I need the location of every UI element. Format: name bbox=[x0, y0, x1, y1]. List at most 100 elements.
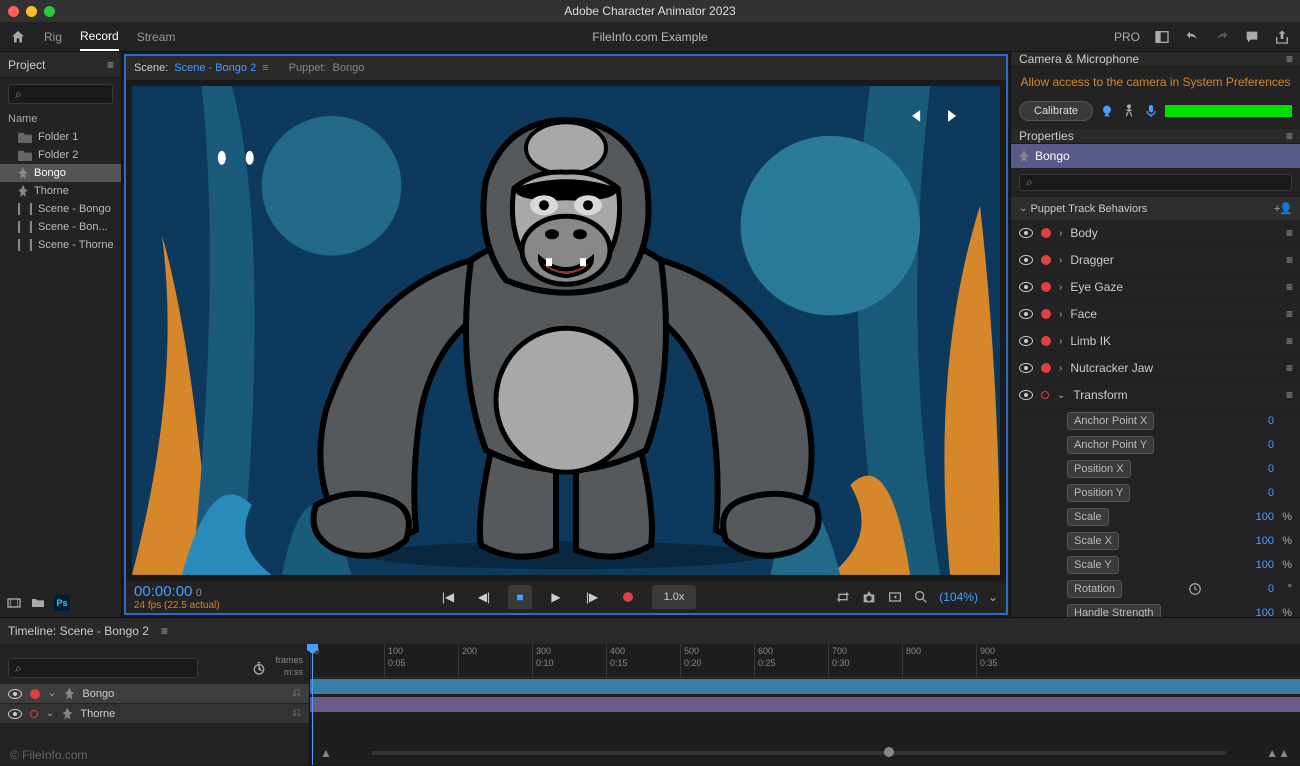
share-icon[interactable] bbox=[1274, 29, 1290, 45]
photoshop-icon[interactable]: Ps bbox=[54, 595, 70, 611]
magnify-icon[interactable] bbox=[913, 589, 929, 605]
project-search-input[interactable]: ⌕ bbox=[8, 84, 113, 104]
record-button[interactable] bbox=[616, 585, 640, 609]
new-scene-icon[interactable] bbox=[6, 595, 22, 611]
eye-icon[interactable] bbox=[1019, 228, 1033, 238]
property-value[interactable]: 100 bbox=[1256, 511, 1274, 523]
behavior-dragger[interactable]: ›Dragger≡ bbox=[1011, 247, 1300, 274]
tab-stream[interactable]: Stream bbox=[137, 24, 176, 50]
property-label[interactable]: Rotation bbox=[1067, 580, 1122, 598]
behavior-face[interactable]: ›Face≡ bbox=[1011, 301, 1300, 328]
behavior-eye-gaze[interactable]: ›Eye Gaze≡ bbox=[1011, 274, 1300, 301]
chevron-right-icon[interactable]: › bbox=[1059, 228, 1062, 239]
scene-name[interactable]: Scene - Bongo 2 bbox=[174, 62, 256, 74]
timeline-track-bongo[interactable]: ⌄Bongo⎌ bbox=[0, 684, 309, 704]
property-label[interactable]: Scale X bbox=[1067, 532, 1119, 550]
behaviors-collapse-icon[interactable]: ⌄ bbox=[1019, 203, 1027, 214]
project-item-scene-bongo[interactable]: Scene - Bongo bbox=[0, 200, 121, 218]
stop-button[interactable]: ■ bbox=[508, 585, 532, 609]
property-label[interactable]: Handle Strength bbox=[1067, 604, 1161, 617]
eye-icon[interactable] bbox=[8, 689, 22, 699]
behavior-limb-ik[interactable]: ›Limb IK≡ bbox=[1011, 328, 1300, 355]
chevron-right-icon[interactable]: › bbox=[1059, 282, 1062, 293]
clip-bongo[interactable] bbox=[310, 679, 1300, 694]
property-label[interactable]: Anchor Point Y bbox=[1067, 436, 1154, 454]
prev-frame-button[interactable]: ◀| bbox=[472, 585, 496, 609]
arm-record-icon[interactable] bbox=[30, 710, 38, 718]
timeline-menu-icon[interactable]: ≡ bbox=[161, 624, 167, 638]
arm-record-icon[interactable] bbox=[1041, 309, 1051, 319]
camera-menu-icon[interactable]: ≡ bbox=[1286, 52, 1292, 66]
project-menu-icon[interactable]: ≡ bbox=[107, 58, 113, 72]
property-value[interactable]: 100 bbox=[1256, 559, 1274, 571]
timeline-track-thorne[interactable]: ⌄Thorne⎌ bbox=[0, 704, 309, 724]
go-to-start-button[interactable]: |◀ bbox=[436, 585, 460, 609]
zoom-dropdown-icon[interactable]: ⌄ bbox=[988, 590, 998, 604]
arm-record-icon[interactable] bbox=[1041, 363, 1051, 373]
window-close-button[interactable] bbox=[8, 6, 19, 17]
tab-record[interactable]: Record bbox=[80, 23, 119, 51]
scene-menu-icon[interactable]: ≡ bbox=[262, 62, 268, 74]
eye-icon[interactable] bbox=[1019, 255, 1033, 265]
property-label[interactable]: Anchor Point X bbox=[1067, 412, 1154, 430]
play-button[interactable]: ▶ bbox=[544, 585, 568, 609]
next-frame-button[interactable]: |▶ bbox=[580, 585, 604, 609]
hamburger-icon[interactable]: ≡ bbox=[1286, 388, 1292, 402]
properties-puppet-row[interactable]: Bongo bbox=[1011, 144, 1300, 168]
window-maximize-button[interactable] bbox=[44, 6, 55, 17]
eye-icon[interactable] bbox=[1019, 282, 1033, 292]
property-label[interactable]: Position X bbox=[1067, 460, 1131, 478]
property-value[interactable]: 0 bbox=[1268, 415, 1274, 427]
eye-icon[interactable] bbox=[1019, 309, 1033, 319]
properties-search-input[interactable]: ⌕ bbox=[1019, 174, 1292, 191]
project-item-scene-thorne[interactable]: Scene - Thorne bbox=[0, 236, 121, 254]
arm-record-icon[interactable] bbox=[1041, 391, 1049, 399]
pro-badge[interactable]: PRO bbox=[1114, 30, 1140, 44]
chevron-right-icon[interactable]: › bbox=[1059, 309, 1062, 320]
stage-viewport[interactable] bbox=[132, 86, 1000, 575]
timecode[interactable]: 00:00:00 bbox=[134, 583, 192, 600]
playback-speed[interactable]: 1.0x bbox=[652, 585, 696, 609]
project-item-folder-1[interactable]: Folder 1 bbox=[0, 128, 121, 146]
export-frame-icon[interactable] bbox=[887, 589, 903, 605]
zoom-slider-handle[interactable] bbox=[884, 747, 894, 757]
redo-icon[interactable] bbox=[1214, 29, 1230, 45]
timeline-search-input[interactable]: ⌕ bbox=[8, 658, 198, 678]
arm-record-icon[interactable] bbox=[1041, 336, 1051, 346]
property-value[interactable]: 0 bbox=[1268, 583, 1274, 595]
microphone-icon[interactable] bbox=[1143, 103, 1159, 119]
property-value[interactable]: 100 bbox=[1256, 607, 1274, 617]
chevron-right-icon[interactable]: › bbox=[1059, 363, 1062, 374]
window-minimize-button[interactable] bbox=[26, 6, 37, 17]
project-item-scene-bon-[interactable]: Scene - Bon... bbox=[0, 218, 121, 236]
property-label[interactable]: Scale Y bbox=[1067, 556, 1119, 574]
project-item-folder-2[interactable]: Folder 2 bbox=[0, 146, 121, 164]
eye-icon[interactable] bbox=[1019, 336, 1033, 346]
body-track-icon[interactable] bbox=[1121, 103, 1137, 119]
zoom-in-icon[interactable]: ▲▲ bbox=[1266, 746, 1290, 760]
tab-rig[interactable]: Rig bbox=[44, 24, 62, 50]
arm-record-icon[interactable] bbox=[30, 689, 40, 699]
hamburger-icon[interactable]: ≡ bbox=[1286, 361, 1292, 375]
behavior-body[interactable]: ›Body≡ bbox=[1011, 220, 1300, 247]
property-value[interactable]: 100 bbox=[1256, 535, 1274, 547]
chevron-icon[interactable]: ⌄ bbox=[48, 688, 56, 699]
hamburger-icon[interactable]: ≡ bbox=[1286, 280, 1292, 294]
eye-icon[interactable] bbox=[8, 709, 22, 719]
arm-record-icon[interactable] bbox=[1041, 282, 1051, 292]
hamburger-icon[interactable]: ≡ bbox=[1286, 334, 1292, 348]
clock-icon[interactable] bbox=[1188, 582, 1202, 596]
chevron-icon[interactable]: ⌄ bbox=[46, 708, 54, 719]
timeline-ruler[interactable]: 01000:052003000:104000:155000:206000:257… bbox=[310, 644, 1300, 678]
property-value[interactable]: 0 bbox=[1268, 439, 1274, 451]
transform-header[interactable]: ⌄ Transform ≡ bbox=[1011, 382, 1300, 409]
project-item-bongo[interactable]: Bongo bbox=[0, 164, 121, 182]
arm-record-icon[interactable] bbox=[1041, 228, 1051, 238]
new-folder-icon[interactable] bbox=[30, 595, 46, 611]
project-item-thorne[interactable]: Thorne bbox=[0, 182, 121, 200]
hamburger-icon[interactable]: ≡ bbox=[1286, 253, 1292, 267]
home-icon[interactable] bbox=[10, 29, 26, 45]
snapshot-icon[interactable] bbox=[861, 589, 877, 605]
arm-record-icon[interactable] bbox=[1041, 255, 1051, 265]
properties-menu-icon[interactable]: ≡ bbox=[1286, 129, 1292, 143]
